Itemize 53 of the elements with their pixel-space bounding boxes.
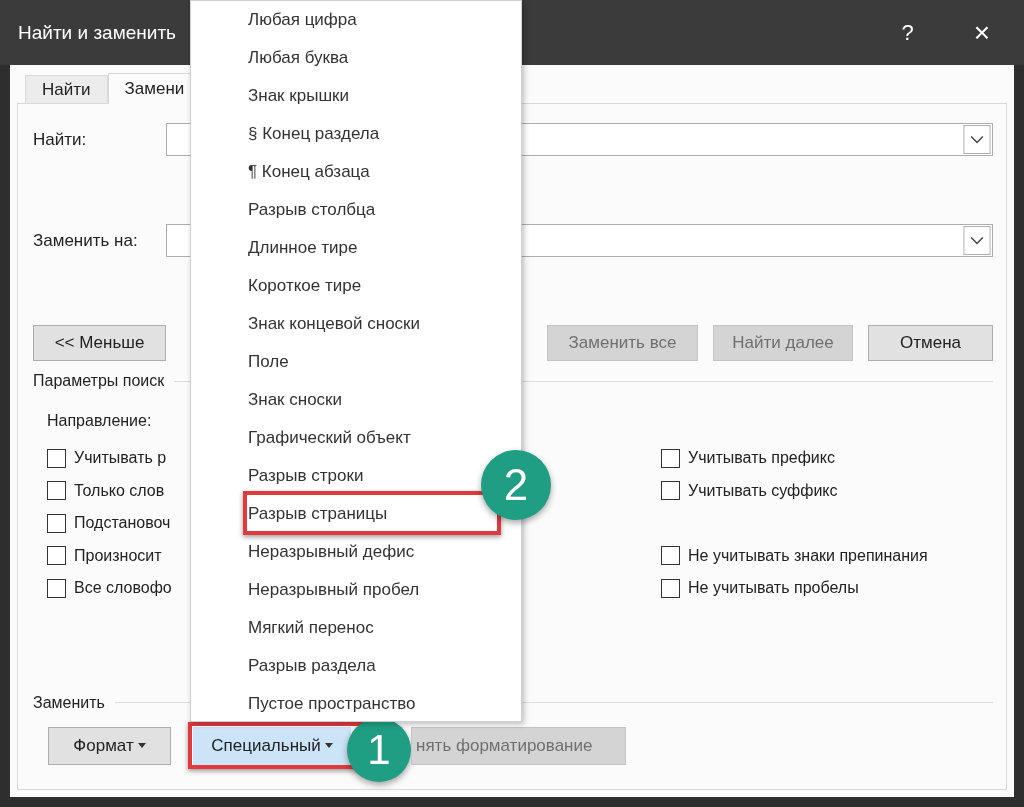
menu-item[interactable]: ¶ Конец абзаца <box>248 162 370 182</box>
window-title: Найти и заменить <box>18 21 177 44</box>
menu-item[interactable]: Поле <box>248 352 289 372</box>
menu-item[interactable]: Любая буква <box>248 48 349 68</box>
menu-item[interactable]: Неразрывный дефис <box>248 542 415 562</box>
menu-item[interactable]: Разрыв столбца <box>248 200 376 220</box>
button[interactable]: Формат <box>48 726 171 765</box>
checkbox[interactable] <box>661 546 680 566</box>
caret-icon <box>324 743 333 748</box>
group-label: Заменить <box>33 693 105 712</box>
checkbox-label: Произносит <box>74 546 162 565</box>
field-label: Заменить на: <box>33 230 139 251</box>
checkbox-label: Учитывать префикс <box>688 449 835 468</box>
button[interactable]: Специальный <box>193 726 351 765</box>
help-button[interactable]: ? <box>901 19 914 46</box>
caret-icon <box>137 743 146 748</box>
menu-item[interactable]: Разрыв строки <box>248 466 364 486</box>
checkbox-label: Учитывать суффикс <box>688 481 838 500</box>
step-badge: 2 <box>481 450 551 520</box>
button[interactable]: << Меньше <box>33 325 166 361</box>
field-label: Найти: <box>33 129 88 150</box>
menu-item[interactable]: Неразрывный пробел <box>248 580 420 600</box>
checkbox[interactable] <box>47 481 66 501</box>
checkbox[interactable] <box>661 578 680 598</box>
checkbox[interactable] <box>47 448 66 468</box>
checkbox[interactable] <box>661 448 680 468</box>
group-label: Параметры поиск <box>33 372 165 390</box>
close-button[interactable]: × <box>973 16 990 49</box>
button[interactable]: Отмена <box>868 325 993 361</box>
checkbox[interactable] <box>47 578 66 598</box>
menu-item[interactable]: Знак крышки <box>248 86 349 106</box>
checkbox-label: Учитывать р <box>74 449 167 468</box>
menu-item[interactable]: Разрыв раздела <box>248 656 376 676</box>
direction-label: Направление: <box>47 411 153 431</box>
checkbox-label: Не учитывать пробелы <box>688 579 859 598</box>
menu-item[interactable]: Знак концевой сноски <box>248 314 421 334</box>
checkbox-label: Подстановоч <box>74 514 171 533</box>
checkbox-label: Не учитывать знаки препинания <box>688 546 928 565</box>
menu-item[interactable]: Короткое тире <box>248 276 362 296</box>
menu-item[interactable]: Мягкий перенос <box>248 618 374 638</box>
menu-item[interactable]: Графический объект <box>248 428 411 448</box>
menu-item[interactable]: § Конец раздела <box>248 124 380 144</box>
menu-item[interactable]: Знак сноски <box>248 390 343 410</box>
checkbox[interactable] <box>47 546 66 566</box>
checkbox[interactable] <box>47 513 66 533</box>
menu-item[interactable]: Пустое пространство <box>248 694 416 714</box>
checkbox-label: Все словофо <box>74 579 172 598</box>
checkbox-label: Только слов <box>74 481 165 500</box>
menu-item[interactable]: Длинное тире <box>248 238 358 258</box>
checkbox[interactable] <box>661 481 680 501</box>
menu-item[interactable]: Разрыв страницы <box>248 504 388 524</box>
tab[interactable]: Найти <box>25 75 108 103</box>
menu-item[interactable]: Любая цифра <box>248 10 357 30</box>
